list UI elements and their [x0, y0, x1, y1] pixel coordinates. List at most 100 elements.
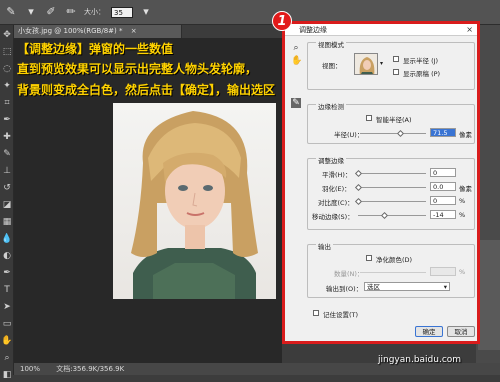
brush-icon[interactable]: ✐	[44, 5, 58, 19]
dropdown-arrow-icon[interactable]: ▾	[24, 5, 38, 19]
feather-label: 羽化(E)：	[322, 185, 351, 193]
pen-tool-icon[interactable]: ✒	[0, 266, 14, 280]
smart-radius-label: 智能半径(A)	[376, 116, 412, 124]
amount-unit: %	[459, 268, 466, 276]
shape-tool-icon[interactable]: ▭	[0, 317, 14, 331]
watermark: jingyan.baidu.com	[378, 355, 462, 365]
annotation-line-2: 直到预览效果可以显示出完整人物头发轮廓，	[17, 62, 258, 76]
annotation-line-1: 【调整边缘】弹窗的一些数值	[17, 42, 174, 56]
contrast-input[interactable]: 0	[430, 196, 456, 205]
document-info: 文档:356.9K/356.9K	[56, 365, 125, 373]
view-label: 视图：	[322, 62, 342, 70]
shift-edge-unit: %	[459, 211, 466, 219]
marquee-tool-icon[interactable]: ⬚	[0, 45, 14, 59]
radius-slider-track[interactable]	[360, 133, 426, 134]
decontaminate-checkbox[interactable]	[366, 255, 372, 261]
hand-tool-icon[interactable]: ✋	[0, 334, 14, 348]
contrast-slider-knob[interactable]	[354, 197, 363, 206]
refine-edge-dialog: 调整边缘 × ⌕ ✋ ✎ 视图模式 视图： ▾ 显示半径 (J) 显示原稿 (P…	[282, 21, 480, 344]
type-tool-icon[interactable]: T	[0, 283, 14, 297]
smooth-label: 平滑(H)：	[322, 171, 352, 179]
shift-edge-label: 移动边缘(S)：	[312, 213, 354, 221]
dodge-tool-icon[interactable]: ◐	[0, 249, 14, 263]
girl-photo	[113, 103, 276, 299]
blur-tool-icon[interactable]: 💧	[0, 232, 14, 246]
smooth-input[interactable]: 0	[430, 168, 456, 177]
adjust-edge-title: 调整边缘	[316, 155, 346, 165]
refine-radius-tool-icon[interactable]: ✎	[291, 98, 301, 108]
eyedropper-tool-icon[interactable]: ✒	[0, 113, 14, 127]
amount-input	[430, 267, 456, 276]
contrast-label: 对比度(C)：	[318, 199, 354, 207]
zoom-tool-icon[interactable]: ⌕	[291, 43, 301, 53]
dialog-title-bar: 调整边缘 ×	[285, 24, 477, 36]
path-select-tool-icon[interactable]: ➤	[0, 300, 14, 314]
output-to-value: 选区	[367, 283, 380, 291]
radius-unit: 像素	[459, 131, 472, 139]
feather-slider-track[interactable]	[358, 187, 426, 188]
chevron-down-icon: ▾	[443, 283, 447, 291]
document-title: 小女孩.jpg @ 100%(RGB/8#) *	[18, 27, 123, 35]
feather-slider-knob[interactable]	[354, 183, 363, 192]
shift-edge-slider-track[interactable]	[358, 215, 426, 216]
show-original-checkbox[interactable]	[393, 69, 399, 75]
eraser-brush-icon[interactable]: ✏	[64, 5, 78, 19]
cancel-button[interactable]: 取消	[447, 326, 475, 337]
view-mode-title: 视图模式	[316, 39, 346, 49]
view-dropdown-icon[interactable]: ▾	[380, 60, 383, 67]
smart-radius-checkbox[interactable]	[366, 115, 372, 121]
close-icon[interactable]: ×	[466, 24, 473, 36]
decontaminate-label: 净化颜色(D)	[376, 256, 413, 264]
amount-label: 数量(N)：	[334, 270, 364, 278]
output-to-label: 输出到(O)：	[326, 285, 363, 293]
edge-detection-title: 边缘检测	[316, 101, 346, 111]
feather-input[interactable]: 0.0	[430, 182, 456, 191]
eraser-tool-icon[interactable]: ◪	[0, 198, 14, 212]
contrast-unit: %	[459, 197, 466, 205]
remember-settings-label: 记住设置(T)	[323, 311, 359, 319]
smooth-slider-track[interactable]	[358, 173, 426, 174]
dialog-title: 调整边缘	[299, 26, 327, 34]
remember-settings-checkbox[interactable]	[313, 310, 319, 316]
zoom-tool-icon[interactable]: ⌕	[0, 351, 14, 365]
size-dropdown-icon[interactable]: ▾	[139, 5, 153, 19]
output-group: 输出 净化颜色(D) 数量(N)： % 输出到(O)： 选区 ▾	[307, 241, 475, 298]
healing-tool-icon[interactable]: ✚	[0, 130, 14, 144]
size-input[interactable]: 35	[111, 6, 133, 18]
move-tool-icon[interactable]: ✥	[0, 28, 14, 42]
color-swatches-icon[interactable]: ◧	[0, 368, 14, 382]
hand-tool-icon[interactable]: ✋	[291, 56, 302, 66]
document-tab[interactable]: 小女孩.jpg @ 100%(RGB/8#) * ×	[14, 25, 182, 38]
zoom-level[interactable]: 100%	[20, 365, 40, 373]
show-radius-checkbox[interactable]	[393, 56, 399, 62]
shift-edge-slider-knob[interactable]	[380, 211, 389, 220]
edge-detection-group: 边缘检测 智能半径(A) 半径(U)： 71.5 像素	[307, 101, 475, 144]
annotation-line-3: 背景则变成全白色，然后点击【确定】，输出选区	[17, 83, 276, 97]
view-mode-thumbnail[interactable]	[354, 53, 378, 75]
gradient-tool-icon[interactable]: ▦	[0, 215, 14, 229]
feather-unit: 像素	[459, 185, 472, 193]
stamp-tool-icon[interactable]: ⊥	[0, 164, 14, 178]
radius-slider-knob[interactable]	[396, 129, 405, 138]
view-preview-image	[359, 57, 375, 74]
show-radius-label: 显示半径 (J)	[403, 57, 439, 65]
history-brush-icon[interactable]: ↺	[0, 181, 14, 195]
output-to-select[interactable]: 选区 ▾	[364, 282, 450, 291]
refine-radius-brush-icon[interactable]: ✎	[4, 5, 18, 19]
layers-panel-strip	[478, 240, 500, 350]
shift-edge-input[interactable]: -14	[430, 210, 456, 219]
quick-select-tool-icon[interactable]: ✦	[0, 79, 14, 93]
smooth-slider-knob[interactable]	[354, 169, 363, 178]
close-tab-icon[interactable]: ×	[131, 27, 137, 35]
amount-slider-track	[360, 272, 426, 273]
radius-label: 半径(U)：	[334, 131, 364, 139]
girl-portrait-image	[131, 111, 258, 299]
crop-tool-icon[interactable]: ⌗	[0, 96, 14, 110]
contrast-slider-track[interactable]	[358, 201, 426, 202]
show-original-label: 显示原稿 (P)	[403, 70, 441, 78]
lasso-tool-icon[interactable]: ◌	[0, 62, 14, 76]
toolbox: ✥ ⬚ ◌ ✦ ⌗ ✒ ✚ ✎ ⊥ ↺ ◪ ▦ 💧 ◐ ✒ T ➤ ▭ ✋ ⌕ …	[0, 25, 14, 380]
brush-tool-icon[interactable]: ✎	[0, 147, 14, 161]
ok-button[interactable]: 确定	[415, 326, 443, 337]
radius-input[interactable]: 71.5	[430, 128, 456, 137]
